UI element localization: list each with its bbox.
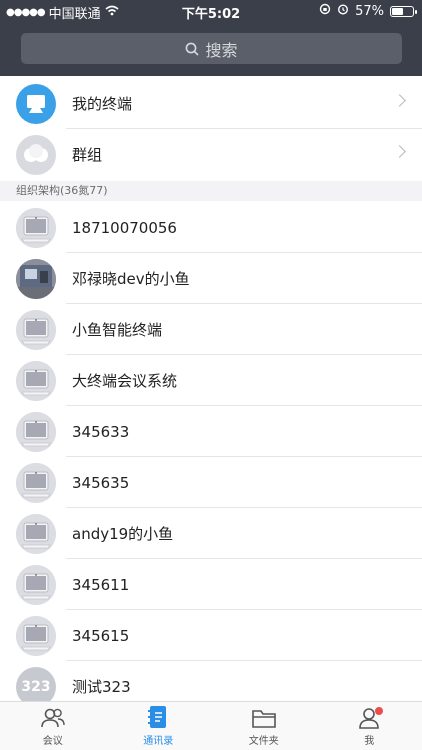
contact-row[interactable]: 邓禄晓dev的小鱼 (0, 253, 422, 304)
terminal-icon (16, 83, 56, 124)
chevron-right-icon (393, 145, 406, 158)
group-label: 群组 (72, 146, 103, 164)
device-icon (16, 360, 56, 401)
battery-icon (390, 5, 417, 17)
rotation-lock-icon (319, 3, 331, 19)
tab-bar: 会议 通讯录 文件夹 我 (0, 701, 422, 750)
contact-name: andy19的小鱼 (72, 525, 174, 543)
contact-avatar-photo (16, 258, 56, 299)
contact-name: 测试323 (72, 678, 131, 696)
group-item[interactable]: 群组 (0, 129, 422, 180)
tab-contacts[interactable]: 通讯录 (106, 702, 212, 750)
tab-contacts-label: 通讯录 (143, 736, 174, 747)
chevron-right-icon (393, 94, 406, 107)
battery-percent: 57% (355, 3, 384, 19)
status-right: 57% (319, 3, 417, 19)
tab-folder[interactable]: 文件夹 (211, 702, 317, 750)
contact-name: 345611 (72, 575, 130, 594)
my-terminal-item[interactable]: 我的终端 (0, 78, 422, 129)
avatar-text: 323 (21, 678, 51, 695)
tab-meeting[interactable]: 会议 (0, 702, 106, 750)
device-icon (16, 411, 56, 452)
contact-name: 邓禄晓dev的小鱼 (72, 270, 190, 288)
device-icon (16, 513, 56, 554)
device-icon (16, 309, 56, 350)
notification-badge (374, 707, 383, 715)
folder-icon (251, 710, 276, 728)
contact-name: 345615 (72, 626, 130, 645)
group-icon (16, 134, 56, 175)
contact-row[interactable]: 345611 (0, 559, 422, 610)
contact-name: 345633 (72, 422, 130, 441)
device-icon (16, 207, 56, 248)
top-header: ●●●●● 中国联通 下午5:02 57% 搜索 (0, 0, 422, 76)
contact-name: 18710070056 (72, 218, 177, 237)
tab-meeting-label: 会议 (42, 736, 63, 747)
contact-row[interactable]: 345635 (0, 457, 422, 508)
contact-row[interactable]: 小鱼智能终端 (0, 304, 422, 355)
contact-name: 小鱼智能终端 (72, 321, 163, 339)
tab-me[interactable]: 我 (317, 702, 422, 750)
my-terminal-label: 我的终端 (72, 95, 133, 113)
tab-me-label: 我 (364, 736, 375, 747)
contact-name: 大终端会议系统 (72, 372, 178, 390)
tab-folder-label: 文件夹 (248, 736, 279, 747)
search-bar[interactable]: 搜索 (21, 33, 402, 64)
contact-row[interactable]: 345615 (0, 610, 422, 661)
search-icon (186, 42, 200, 56)
contact-row[interactable]: 大终端会议系统 (0, 355, 422, 406)
contact-name: 345635 (72, 473, 130, 492)
alarm-icon (337, 3, 349, 19)
address-book-icon (148, 706, 167, 728)
contact-row[interactable]: andy19的小鱼 (0, 508, 422, 559)
device-icon (16, 462, 56, 503)
battery-fill (392, 7, 403, 15)
contact-row[interactable]: 345633 (0, 406, 422, 457)
contact-row[interactable]: 18710070056 (0, 202, 422, 253)
section-header-org: 组织架构(36氮77) (0, 181, 422, 201)
search-placeholder: 搜索 (205, 40, 238, 60)
status-bar: ●●●●● 中国联通 下午5:02 57% (0, 0, 422, 22)
people-icon (40, 708, 65, 728)
device-icon (16, 615, 56, 656)
device-icon (16, 564, 56, 605)
